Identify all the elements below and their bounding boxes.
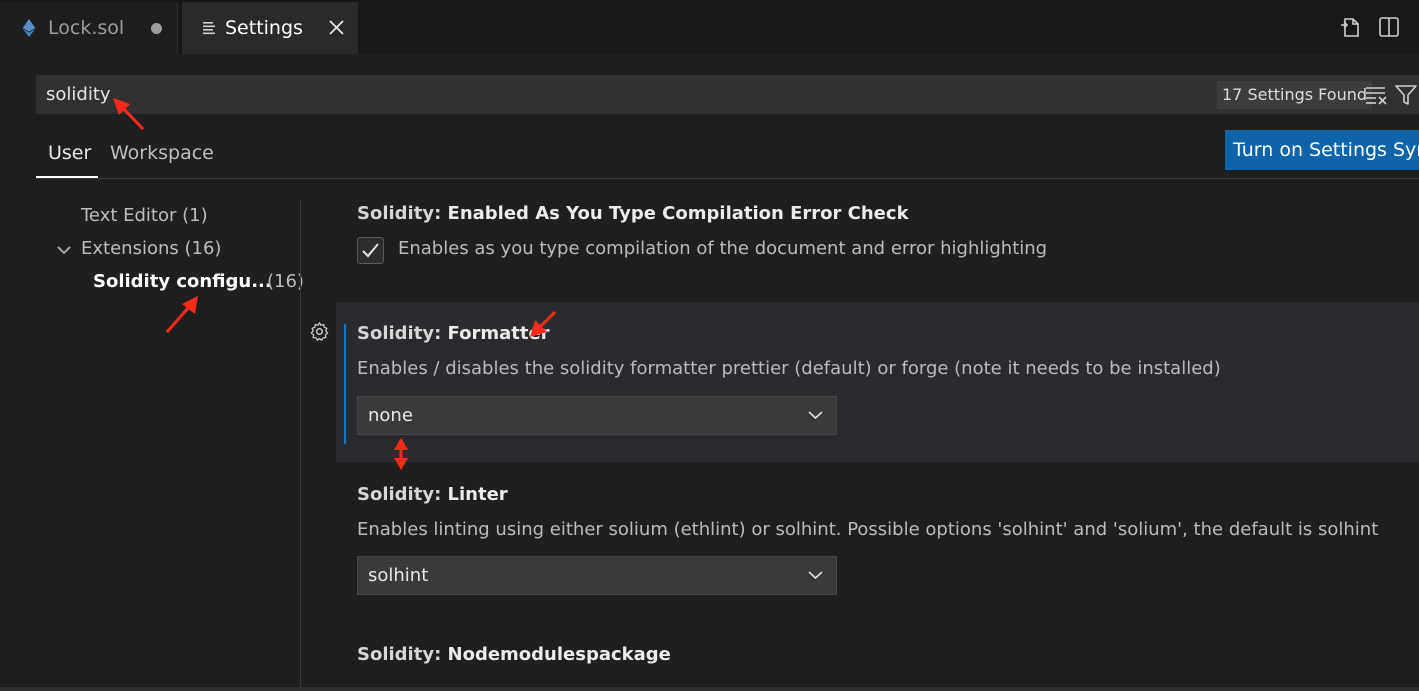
editor-tab-bar: Lock.sol Settings bbox=[0, 0, 1419, 54]
setting-title: Solidity: Nodemodulespackage bbox=[357, 644, 671, 665]
toc-item-solidity-configuration[interactable]: Solidity configu... bbox=[93, 271, 272, 292]
chevron-down-icon bbox=[808, 411, 823, 420]
setting-title: Solidity: Enabled As You Type Compilatio… bbox=[357, 203, 909, 224]
ethereum-icon bbox=[22, 19, 36, 37]
setting-key: Formatter bbox=[447, 323, 550, 344]
setting-description: Enables / disables the solidity formatte… bbox=[357, 358, 1221, 379]
chevron-down-icon[interactable] bbox=[56, 244, 72, 256]
linter-select[interactable]: solhint bbox=[357, 556, 837, 595]
checkmark-icon bbox=[362, 243, 379, 258]
toc-item-extensions[interactable]: Extensions (16) bbox=[81, 238, 221, 259]
setting-description: Enables linting using either solium (eth… bbox=[357, 519, 1379, 540]
tab-label: Lock.sol bbox=[48, 17, 125, 39]
settings-search-input[interactable] bbox=[36, 75, 1419, 114]
select-value: solhint bbox=[368, 565, 429, 586]
tab-settings[interactable]: Settings bbox=[182, 2, 358, 54]
toc-item-count: (16) bbox=[267, 271, 304, 292]
header-divider bbox=[36, 178, 1419, 179]
close-icon[interactable] bbox=[328, 19, 345, 36]
setting-category: Solidity: bbox=[357, 484, 448, 505]
clear-search-filter-icon[interactable] bbox=[1365, 85, 1387, 105]
setting-category: Solidity: bbox=[357, 644, 448, 665]
filter-icon[interactable] bbox=[1395, 84, 1417, 106]
chevron-down-icon bbox=[808, 571, 823, 580]
setting-title: Solidity: Formatter bbox=[357, 323, 550, 344]
setting-description: Enables as you type compilation of the d… bbox=[398, 238, 1048, 259]
setting-key: Linter bbox=[447, 484, 508, 505]
toc-divider bbox=[300, 200, 301, 691]
modified-indicator bbox=[344, 324, 346, 444]
select-value: none bbox=[368, 405, 413, 426]
setting-key: Enabled As You Type Compilation Error Ch… bbox=[447, 203, 909, 224]
gear-icon[interactable] bbox=[309, 321, 330, 342]
unsaved-dot-icon[interactable] bbox=[151, 23, 162, 34]
toc-item-text-editor[interactable]: Text Editor (1) bbox=[81, 205, 208, 226]
setting-title: Solidity: Linter bbox=[357, 484, 508, 505]
tab-lock-sol[interactable]: Lock.sol bbox=[0, 2, 178, 54]
compilation-error-check-checkbox[interactable] bbox=[357, 237, 384, 264]
settings-found-badge: 17 Settings Found bbox=[1217, 81, 1373, 109]
annotation-arrow bbox=[165, 296, 198, 333]
setting-category: Solidity: bbox=[357, 323, 448, 344]
setting-category: Solidity: bbox=[357, 203, 448, 224]
settings-file-icon bbox=[203, 22, 215, 35]
split-editor-icon[interactable] bbox=[1378, 16, 1400, 38]
tab-workspace[interactable]: Workspace bbox=[110, 142, 214, 164]
panel-bottom-edge bbox=[0, 687, 1419, 691]
setting-key: Nodemodulespackage bbox=[447, 644, 671, 665]
open-settings-json-icon[interactable] bbox=[1339, 16, 1361, 38]
turn-on-settings-sync-button[interactable]: Turn on Settings Sync bbox=[1225, 130, 1419, 170]
tab-user[interactable]: User bbox=[48, 142, 91, 164]
tab-label: Settings bbox=[225, 17, 303, 39]
formatter-select[interactable]: none bbox=[357, 396, 837, 435]
